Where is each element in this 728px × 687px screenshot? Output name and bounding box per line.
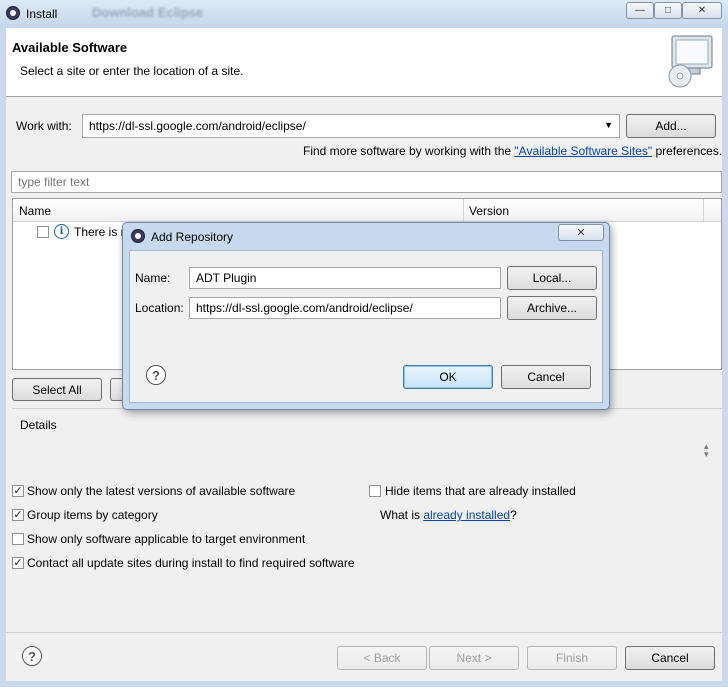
chevron-down-icon[interactable]: ▼ (604, 120, 613, 130)
page-title: Available Software (12, 40, 128, 55)
dialog-close-button[interactable]: ✕ (558, 224, 604, 241)
group-by-category-label: Group items by category (27, 508, 158, 522)
contact-all-label: Contact all update sites during install … (27, 556, 355, 570)
show-applicable-label: Show only software applicable to target … (27, 532, 306, 546)
what-is-suffix: ? (510, 508, 517, 522)
row-checkbox[interactable] (37, 226, 49, 238)
cancel-button[interactable]: Cancel (625, 646, 715, 670)
dialog-cancel-button[interactable]: Cancel (501, 365, 591, 389)
window-border-bottom (0, 681, 728, 687)
window-title: Install (26, 7, 58, 21)
filter-input[interactable] (11, 171, 722, 193)
select-all-button[interactable]: Select All (12, 378, 102, 401)
work-with-value: https://dl-ssl.google.com/android/eclips… (89, 119, 306, 133)
info-icon: i (54, 224, 69, 239)
install-monitor-icon (668, 35, 713, 88)
hide-installed-checkbox[interactable] (369, 485, 381, 497)
details-label: Details (20, 418, 57, 432)
archive-button[interactable]: Archive... (507, 296, 597, 320)
finish-button[interactable]: Finish (527, 646, 617, 670)
available-software-sites-link[interactable]: "Available Software Sites" (514, 144, 652, 158)
maximize-button[interactable]: □ (654, 2, 682, 19)
eclipse-icon (6, 6, 20, 20)
show-latest-checkbox[interactable]: ✓ (12, 485, 24, 497)
find-more-text: Find more software by working with the "… (303, 144, 722, 158)
column-divider[interactable] (703, 199, 704, 221)
footer-divider (6, 632, 722, 633)
contact-all-checkbox[interactable]: ✓ (12, 557, 24, 569)
next-button[interactable]: Next > (429, 646, 519, 670)
page-subtitle: Select a site or enter the location of a… (20, 64, 244, 78)
table-row-text: There is n (74, 225, 128, 239)
show-latest-label: Show only the latest versions of availab… (27, 484, 296, 498)
find-more-suffix: preferences. (652, 144, 723, 158)
dialog-title: Add Repository (151, 230, 234, 244)
name-input[interactable]: ADT Plugin (189, 267, 501, 289)
background-window-title: Download Eclipse (92, 5, 204, 20)
ok-button[interactable]: OK (403, 365, 493, 389)
column-divider[interactable] (463, 199, 464, 221)
group-by-category-checkbox[interactable]: ✓ (12, 509, 24, 521)
eclipse-icon (131, 229, 145, 243)
local-button[interactable]: Local... (507, 266, 597, 290)
column-header-version[interactable]: Version (469, 204, 509, 218)
window-border-right (722, 28, 728, 687)
hide-installed-label: Hide items that are already installed (385, 484, 576, 498)
help-icon[interactable]: ? (22, 646, 42, 666)
work-with-combo[interactable]: https://dl-ssl.google.com/android/eclips… (82, 114, 620, 138)
location-input[interactable]: https://dl-ssl.google.com/android/eclips… (189, 297, 501, 319)
wizard-header (6, 28, 722, 97)
back-button[interactable]: < Back (337, 646, 427, 670)
find-more-prefix: Find more software by working with the (303, 144, 515, 158)
work-with-label: Work with: (16, 119, 72, 133)
show-applicable-checkbox[interactable] (12, 533, 24, 545)
name-label: Name: (135, 271, 171, 285)
what-is-prefix: What is (380, 508, 424, 522)
what-is-installed-text: What is already installed? (380, 508, 517, 522)
details-scroll-icon[interactable]: ▴ ▾ (704, 442, 709, 459)
dialog-help-icon[interactable]: ? (146, 365, 166, 385)
add-site-button[interactable]: Add... (626, 114, 716, 138)
location-label: Location: (135, 301, 184, 315)
minimize-button[interactable]: — (626, 2, 654, 19)
already-installed-link[interactable]: already installed (423, 508, 510, 522)
details-panel (12, 408, 722, 477)
close-window-button[interactable]: ✕ (682, 2, 722, 19)
column-header-name[interactable]: Name (19, 204, 51, 218)
table-header (13, 199, 721, 222)
